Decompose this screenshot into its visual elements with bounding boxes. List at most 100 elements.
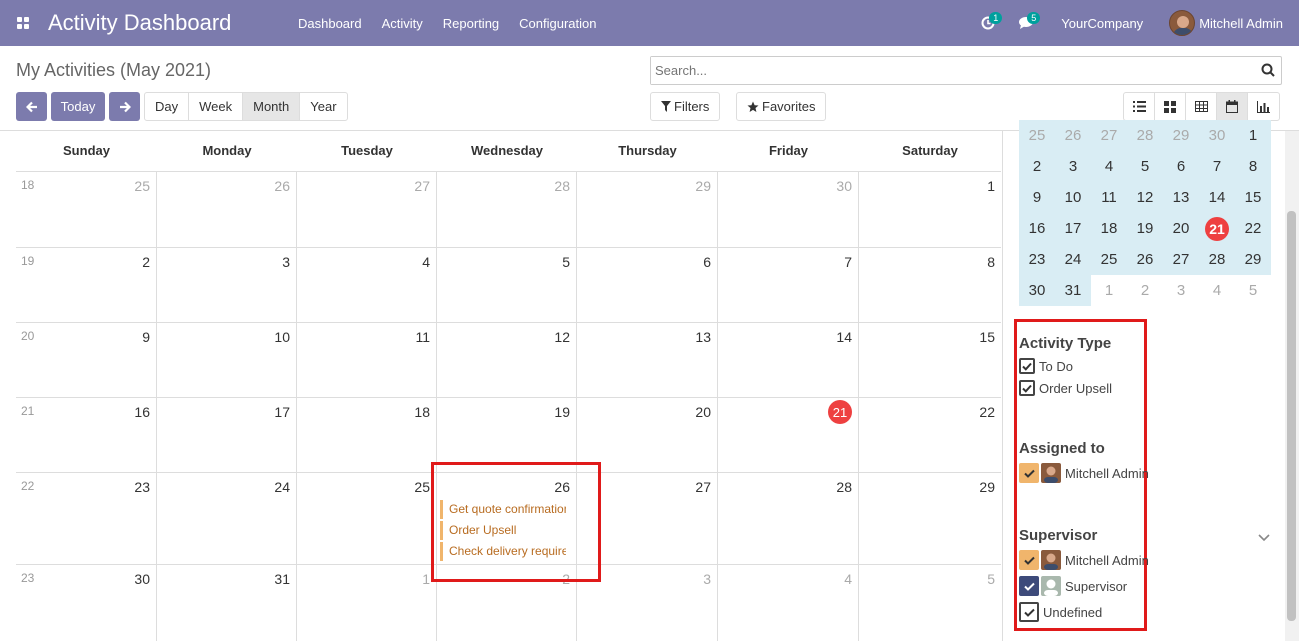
mini-day[interactable]: 4: [1091, 151, 1127, 182]
mini-day[interactable]: 4: [1199, 275, 1235, 306]
mini-day[interactable]: 19: [1127, 213, 1163, 244]
day-cell[interactable]: 18: [297, 398, 437, 472]
chevron-down-icon[interactable]: [1258, 534, 1270, 542]
mini-day[interactable]: 2: [1019, 151, 1055, 182]
scale-week[interactable]: Week: [189, 93, 244, 120]
day-cell[interactable]: 22: [859, 398, 1001, 472]
search-icon[interactable]: [1261, 63, 1275, 77]
activity-clock-button[interactable]: 1: [969, 0, 1007, 46]
mini-day[interactable]: 18: [1091, 213, 1127, 244]
day-cell[interactable]: 25: [297, 473, 437, 564]
day-cell[interactable]: 27: [297, 172, 437, 247]
mini-day[interactable]: 26: [1127, 244, 1163, 275]
mini-day[interactable]: 20: [1163, 213, 1199, 244]
mini-day[interactable]: 11: [1091, 182, 1127, 213]
company-switcher[interactable]: YourCompany: [1045, 16, 1169, 31]
filter-assigned-mitchell[interactable]: Mitchell Admin: [1019, 463, 1149, 483]
mini-day[interactable]: 27: [1091, 120, 1127, 151]
mini-day[interactable]: 13: [1163, 182, 1199, 213]
day-cell[interactable]: 14: [718, 323, 859, 397]
previous-button[interactable]: [16, 92, 47, 121]
menu-configuration[interactable]: Configuration: [509, 16, 606, 31]
mini-day[interactable]: 1: [1235, 120, 1271, 151]
kanban-view-icon[interactable]: [1155, 93, 1186, 120]
mini-day[interactable]: 21: [1199, 213, 1235, 244]
scale-month[interactable]: Month: [243, 93, 301, 120]
mini-day[interactable]: 2: [1127, 275, 1163, 306]
mini-day[interactable]: 24: [1055, 244, 1091, 275]
mini-day[interactable]: 25: [1091, 244, 1127, 275]
mini-day[interactable]: 9: [1019, 182, 1055, 213]
day-cell[interactable]: 21: [718, 398, 859, 472]
day-cell[interactable]: 17: [157, 398, 297, 472]
mini-day[interactable]: 1: [1091, 275, 1127, 306]
checkbox-checked-icon[interactable]: [1019, 550, 1039, 570]
sidebar-scrollbar[interactable]: [1285, 131, 1299, 641]
scale-year[interactable]: Year: [300, 93, 346, 120]
day-cell[interactable]: 30: [718, 172, 859, 247]
mini-day[interactable]: 16: [1019, 213, 1055, 244]
mini-day[interactable]: 17: [1055, 213, 1091, 244]
mini-day[interactable]: 28: [1199, 244, 1235, 275]
day-cell[interactable]: 9: [16, 323, 157, 397]
day-cell[interactable]: 5: [437, 248, 577, 322]
day-cell[interactable]: 30: [16, 565, 157, 641]
day-cell[interactable]: 8: [859, 248, 1001, 322]
day-cell[interactable]: 10: [157, 323, 297, 397]
calendar-view-icon[interactable]: [1217, 93, 1248, 120]
day-cell[interactable]: 2: [16, 248, 157, 322]
user-menu[interactable]: Mitchell Admin: [1169, 10, 1299, 36]
mini-day[interactable]: 3: [1055, 151, 1091, 182]
apps-menu-icon[interactable]: [0, 0, 46, 46]
favorites-button[interactable]: Favorites: [736, 92, 827, 121]
filter-supervisor-supervisor[interactable]: Supervisor: [1019, 576, 1127, 596]
mini-day[interactable]: 5: [1127, 151, 1163, 182]
filters-button[interactable]: Filters: [650, 92, 721, 121]
day-cell[interactable]: 25: [16, 172, 157, 247]
mini-day[interactable]: 10: [1055, 182, 1091, 213]
day-cell[interactable]: 29: [577, 172, 718, 247]
list-view-icon[interactable]: [1124, 93, 1155, 120]
search-input[interactable]: [651, 57, 1251, 84]
day-cell[interactable]: 13: [577, 323, 718, 397]
day-cell[interactable]: 12: [437, 323, 577, 397]
mini-day[interactable]: 27: [1163, 244, 1199, 275]
day-cell[interactable]: 31: [157, 565, 297, 641]
day-cell[interactable]: 1: [297, 565, 437, 641]
table-view-icon[interactable]: [1186, 93, 1217, 120]
mini-day[interactable]: 31: [1055, 275, 1091, 306]
day-cell[interactable]: 19: [437, 398, 577, 472]
menu-dashboard[interactable]: Dashboard: [288, 16, 372, 31]
filter-supervisor-undefined[interactable]: Undefined: [1019, 602, 1102, 622]
mini-day[interactable]: 29: [1235, 244, 1271, 275]
graph-view-icon[interactable]: [1248, 93, 1279, 120]
next-button[interactable]: [109, 92, 140, 121]
mini-day[interactable]: 26: [1055, 120, 1091, 151]
checkbox-checked-icon[interactable]: [1019, 380, 1035, 396]
checkbox-checked-icon[interactable]: [1019, 463, 1039, 483]
mini-day[interactable]: 30: [1199, 120, 1235, 151]
day-cell[interactable]: 6: [577, 248, 718, 322]
mini-day[interactable]: 28: [1127, 120, 1163, 151]
mini-day[interactable]: 8: [1235, 151, 1271, 182]
scale-day[interactable]: Day: [145, 93, 190, 120]
menu-activity[interactable]: Activity: [372, 16, 433, 31]
mini-day[interactable]: 15: [1235, 182, 1271, 213]
mini-day[interactable]: 25: [1019, 120, 1055, 151]
mini-day[interactable]: 12: [1127, 182, 1163, 213]
mini-day[interactable]: 29: [1163, 120, 1199, 151]
mini-day[interactable]: 14: [1199, 182, 1235, 213]
checkbox-checked-icon[interactable]: [1019, 358, 1035, 374]
day-cell[interactable]: 4: [718, 565, 859, 641]
filter-todo[interactable]: To Do: [1019, 358, 1073, 374]
day-cell[interactable]: 1: [859, 172, 1001, 247]
mini-day[interactable]: 6: [1163, 151, 1199, 182]
mini-day[interactable]: 22: [1235, 213, 1271, 244]
day-cell[interactable]: 24: [157, 473, 297, 564]
today-button[interactable]: Today: [51, 92, 105, 121]
checkbox-checked-icon[interactable]: [1019, 576, 1039, 596]
day-cell[interactable]: 23: [16, 473, 157, 564]
day-cell[interactable]: 29: [859, 473, 1001, 564]
day-cell[interactable]: 20: [577, 398, 718, 472]
day-cell[interactable]: 11: [297, 323, 437, 397]
